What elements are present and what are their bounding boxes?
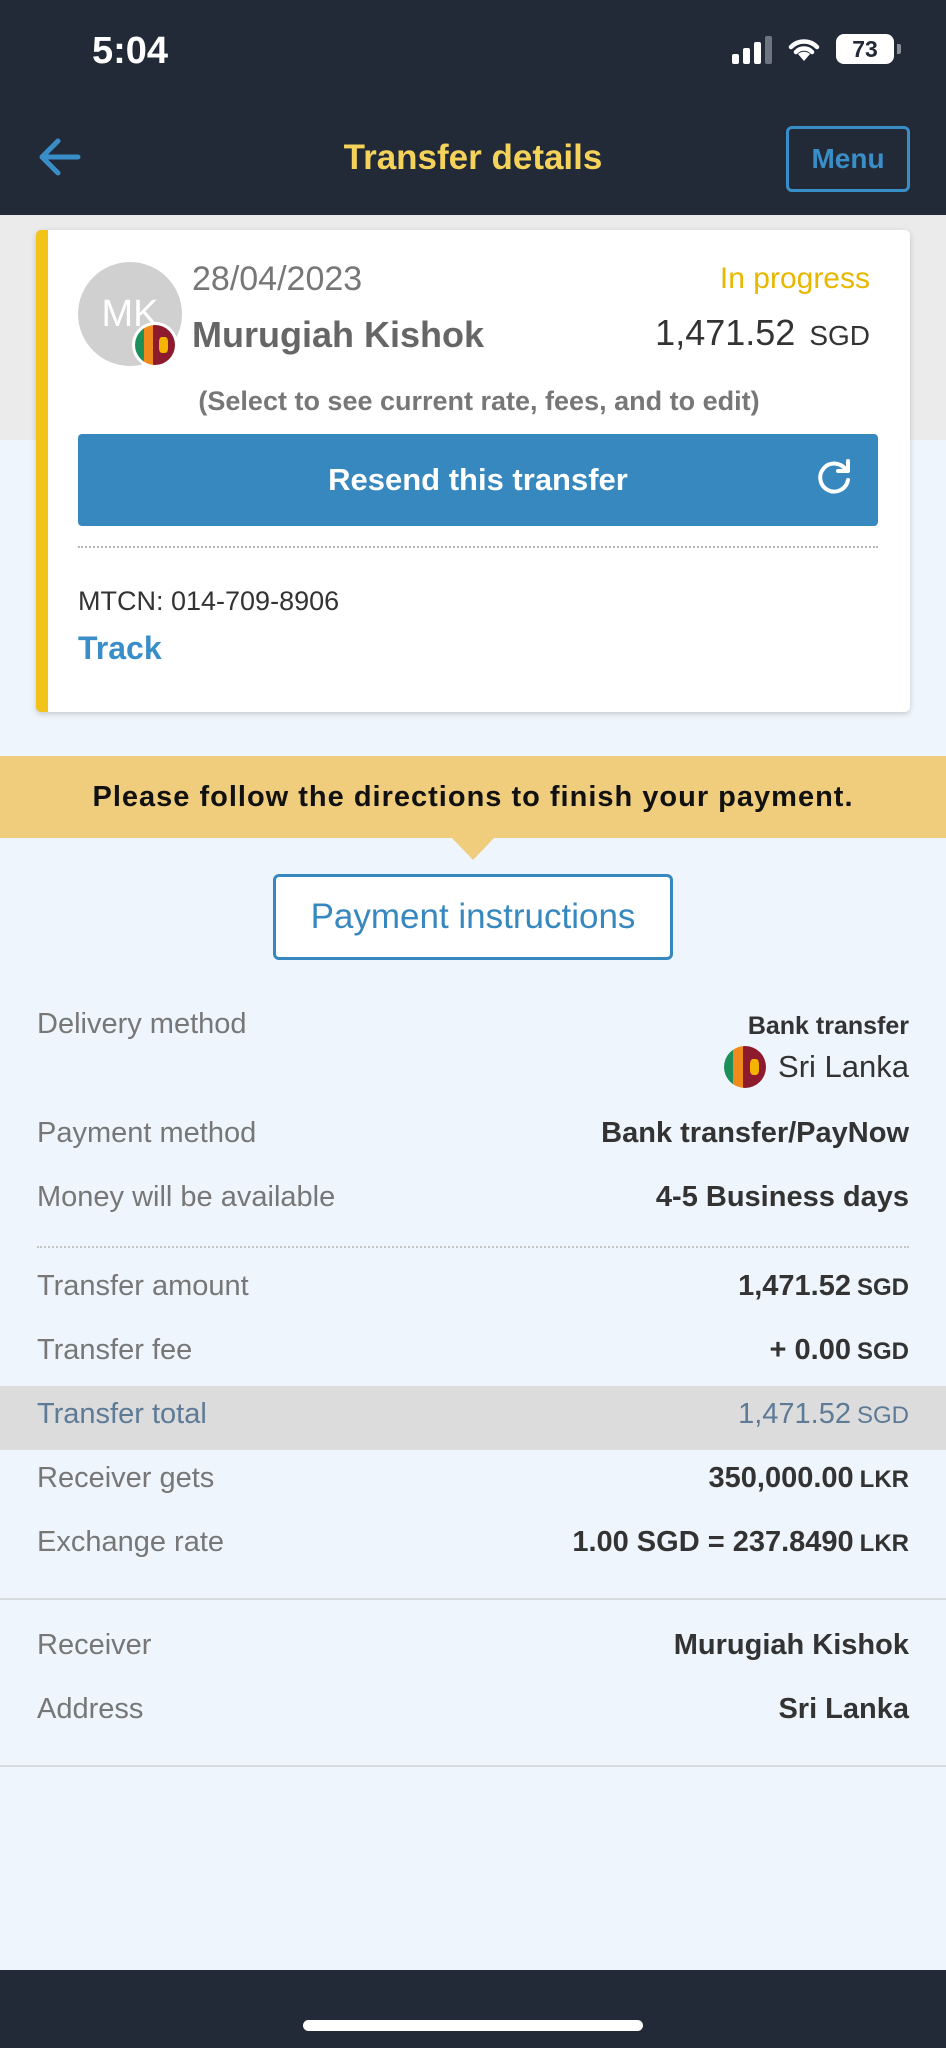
row-label: Transfer amount	[37, 1270, 249, 1302]
row-label: Receiver gets	[37, 1462, 215, 1494]
row-label: Address	[37, 1693, 144, 1725]
section-divider	[37, 1246, 909, 1248]
address-row: Address Sri Lanka	[0, 1681, 946, 1745]
refresh-icon	[818, 459, 850, 494]
row-label: Money will be available	[37, 1181, 336, 1213]
row-label: Payment method	[37, 1117, 257, 1149]
sri-lanka-flag-icon	[132, 322, 178, 368]
receiver-row: Receiver Murugiah Kishok	[0, 1617, 946, 1681]
delivery-country: Sri Lanka	[724, 1046, 909, 1088]
row-label: Transfer total	[37, 1398, 207, 1430]
sri-lanka-flag-icon	[724, 1046, 767, 1088]
delivery-method-type: Bank transfer	[747, 1012, 909, 1040]
delivery-country-name: Sri Lanka	[778, 1049, 909, 1084]
payment-notice: Please follow the directions to finish y…	[0, 756, 946, 838]
row-value: + 0.00 SGD	[769, 1334, 909, 1366]
transfer-amount-row: Transfer amount 1,471.52 SGD	[0, 1258, 946, 1322]
amount-value: 1,471.52	[655, 312, 796, 353]
track-link[interactable]: Track	[78, 630, 162, 667]
row-value: 4-5 Business days	[655, 1181, 909, 1213]
row-value: Murugiah Kishok	[673, 1629, 909, 1661]
row-value: Bank transfer/PayNow	[601, 1117, 909, 1149]
mtcn-number: MTCN: 014-709-8906	[78, 586, 340, 616]
amount-currency: SGD	[809, 320, 870, 351]
resend-label: Resend this transfer	[328, 462, 628, 497]
row-value: 1,471.52 SGD	[738, 1398, 909, 1430]
transfer-card[interactable]: MK 28/04/2023 In progress Murugiah Kisho…	[36, 230, 910, 712]
row-label: Receiver	[37, 1629, 152, 1661]
cellular-signal-icon	[732, 34, 772, 64]
row-value: 1,471.52 SGD	[738, 1270, 909, 1302]
exchange-rate-row: Exchange rate 1.00 SGD = 237.8490 LKR	[0, 1514, 946, 1578]
status-time: 5:04	[92, 30, 169, 72]
card-divider	[78, 546, 878, 548]
transfer-amount: 1,471.52 SGD	[655, 312, 870, 354]
receiver-name: Murugiah Kishok	[192, 314, 485, 355]
row-label: Exchange rate	[37, 1526, 225, 1558]
transfer-fee-row: Transfer fee + 0.00 SGD	[0, 1322, 946, 1386]
transfer-date: 28/04/2023	[192, 260, 363, 298]
menu-button[interactable]: Menu	[786, 126, 910, 192]
section-divider	[0, 1765, 946, 1767]
transfer-total-row: Transfer total 1,471.52 SGD	[0, 1386, 946, 1450]
notice-pointer	[450, 836, 496, 860]
resend-transfer-button[interactable]: Resend this transfer	[78, 434, 878, 526]
row-value: Sri Lanka	[778, 1693, 909, 1725]
section-divider	[0, 1598, 946, 1600]
status-icons: 73	[732, 34, 901, 64]
row-value: 350,000.00 LKR	[708, 1462, 909, 1494]
top-bar: 5:04 73 Transfer details Menu	[0, 0, 946, 215]
delivery-method-label: Delivery method	[37, 1008, 247, 1040]
battery-icon: 73	[836, 34, 901, 64]
receiver-gets-row: Receiver gets 350,000.00 LKR	[0, 1450, 946, 1514]
payment-method-row: Payment method Bank transfer/PayNow	[0, 1105, 946, 1169]
row-label: Transfer fee	[37, 1334, 193, 1366]
row-value: 1.00 SGD = 237.8490 LKR	[572, 1526, 909, 1558]
card-hint: (Select to see current rate, fees, and t…	[198, 386, 760, 416]
home-indicator[interactable]	[303, 2020, 643, 2031]
wifi-icon	[788, 39, 820, 61]
status-badge: In progress	[719, 262, 870, 295]
payment-instructions-button[interactable]: Payment instructions	[273, 874, 673, 960]
availability-row: Money will be available 4-5 Business day…	[0, 1169, 946, 1233]
home-bar-area	[0, 1970, 946, 2048]
